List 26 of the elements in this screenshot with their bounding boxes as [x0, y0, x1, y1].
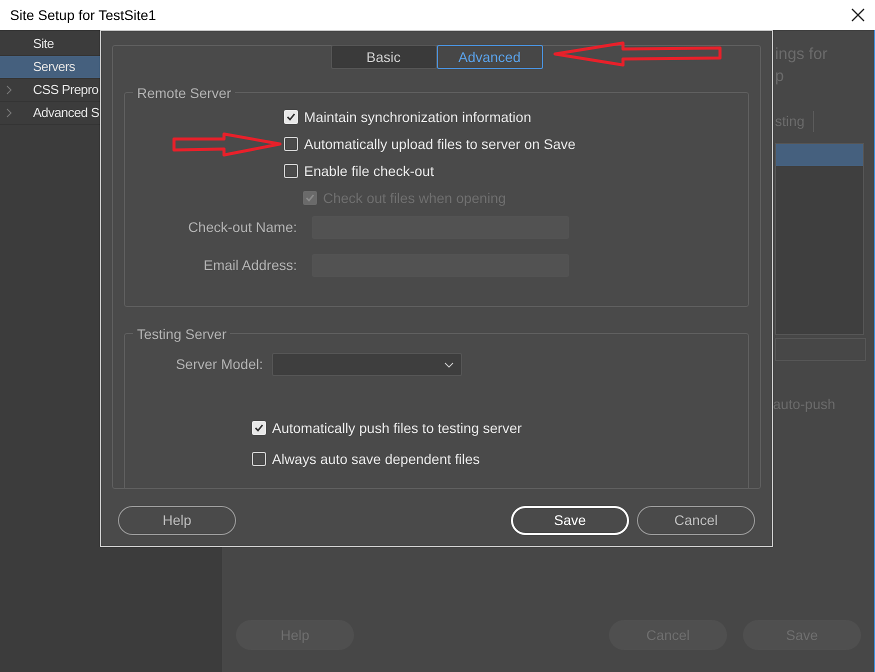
dialog-button[interactable]: Cancel: [637, 506, 755, 535]
checkbox[interactable]: [284, 164, 298, 178]
dialog-button[interactable]: Help: [118, 506, 236, 535]
check-icon: [254, 423, 264, 433]
check-icon: [305, 193, 315, 203]
checkbox-label: Enable file check-out: [304, 162, 434, 180]
checkbox[interactable]: [284, 137, 298, 151]
checkbox-label: Maintain synchronization information: [304, 108, 532, 127]
chevron-down-icon: [444, 362, 454, 368]
field-label: Email Address:: [202, 256, 297, 275]
checkbox[interactable]: [252, 452, 266, 466]
checkbox-label: Always auto save dependent files: [272, 450, 480, 469]
checkbox-label: Automatically push files to testing server: [272, 418, 522, 438]
field-label: Server Model:: [174, 355, 263, 374]
field-label: Check-out Name:: [187, 218, 297, 237]
close-icon[interactable]: [851, 8, 865, 22]
tab[interactable]: Basic: [330, 45, 436, 69]
check-icon: [286, 112, 296, 122]
tab[interactable]: Advanced: [436, 45, 542, 69]
dialog-button[interactable]: Save: [511, 506, 629, 535]
checkbox[interactable]: [284, 110, 298, 124]
chevron-icon: [6, 85, 12, 95]
chevron-icon: [6, 108, 12, 118]
checkbox-label: Automatically upload files to server on Save: [304, 134, 576, 154]
window-title: Site Setup for TestSite1: [10, 6, 156, 25]
checkbox[interactable]: [252, 421, 266, 435]
